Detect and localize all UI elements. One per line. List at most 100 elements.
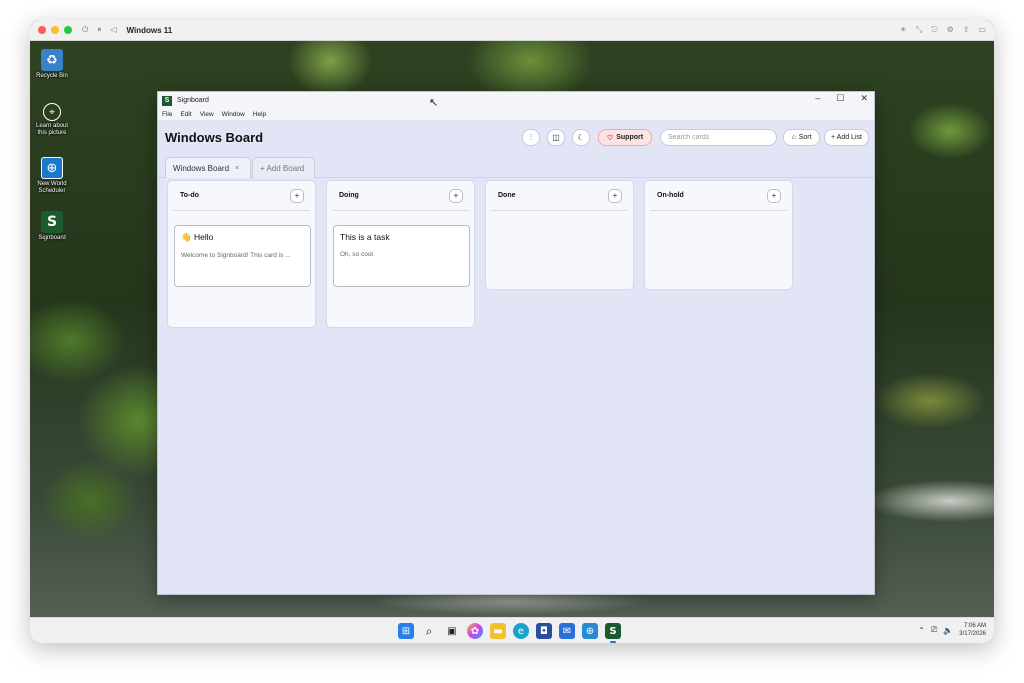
back-icon[interactable]: ◁ xyxy=(110,25,116,35)
card-title: 👋 Hello xyxy=(181,232,214,242)
minimize-icon[interactable]: – xyxy=(815,93,820,104)
window-controls: – ☐ ✕ xyxy=(815,93,868,104)
add-list-button[interactable]: + Add List xyxy=(824,129,869,146)
menu-bar: File Edit View Window Help xyxy=(158,109,874,121)
tab-label: Windows Board xyxy=(173,163,230,173)
chevron-up-icon[interactable]: ⌃ xyxy=(918,626,925,635)
start-icon[interactable]: ⊞ xyxy=(398,623,414,639)
settings-icon[interactable]: ⚙ xyxy=(947,25,954,35)
tag-icon: ⌂ xyxy=(791,134,796,141)
window-icon[interactable]: ▭ xyxy=(978,25,986,35)
power-icon[interactable]: ⏻ xyxy=(82,25,88,35)
menu-help[interactable]: Help xyxy=(253,111,266,118)
list-header: Doing + xyxy=(332,181,469,211)
wave-emoji-icon: 👋 xyxy=(181,232,192,242)
board-header: Windows Board ⫶ ◫ ☾ ♡ Support ⌂ Sort xyxy=(158,121,874,157)
desktop-icon-learn-picture[interactable]: ⌖ Learn about this picture xyxy=(32,103,72,137)
sliders-icon: ⫶ xyxy=(530,132,532,142)
taskbar: ⊞ ⌕ ▣ ✿ ▬ e ◘ ✉ ⊕ S ⌃ ⎚ 🔈 7:06 AM 3/17/2… xyxy=(30,617,994,643)
filter-button[interactable]: ⫶ xyxy=(522,129,540,146)
clock-time: 7:06 AM xyxy=(963,623,986,629)
list-title: Doing xyxy=(339,192,359,199)
network-icon[interactable]: ⎚ xyxy=(931,625,937,635)
app-title: Signboard xyxy=(177,97,209,104)
card-task[interactable]: This is a task Oh, so cool. xyxy=(333,225,470,287)
tab-add-board[interactable]: + Add Board xyxy=(252,157,315,178)
menu-edit[interactable]: Edit xyxy=(180,111,191,118)
list-doing: Doing + This is a task Oh, so cool. xyxy=(326,180,475,328)
close-dot-icon[interactable] xyxy=(38,26,46,34)
add-card-button[interactable]: + xyxy=(767,188,781,203)
columns-button[interactable]: ◫ xyxy=(547,129,565,146)
copilot-icon[interactable]: ✿ xyxy=(467,623,483,639)
zoom-dot-icon[interactable] xyxy=(64,26,72,34)
tab-windows-board[interactable]: Windows Board × xyxy=(165,157,251,178)
app-titlebar[interactable]: S Signboard – ☐ ✕ xyxy=(158,92,874,109)
menu-window[interactable]: Window xyxy=(222,111,245,118)
support-label: Support xyxy=(616,134,644,141)
add-card-button[interactable]: + xyxy=(290,188,304,203)
file-explorer-icon[interactable]: ▬ xyxy=(490,623,506,639)
system-tray: ⌃ ⎚ 🔈 7:06 AM 3/17/2026 xyxy=(918,622,986,638)
clock-date: 3/17/2026 xyxy=(959,631,986,637)
signboard-window: S Signboard – ☐ ✕ File Edit View Window … xyxy=(157,91,875,595)
signboard-app-icon: S xyxy=(41,211,63,233)
close-icon[interactable]: ✕ xyxy=(860,93,868,104)
host-title: Windows 11 xyxy=(126,25,173,35)
scheduler-taskbar-icon[interactable]: ⊕ xyxy=(582,623,598,639)
card-title: This is a task xyxy=(340,232,390,242)
tab-close-icon[interactable]: × xyxy=(235,165,239,172)
desktop-icon-signboard[interactable]: S Signboard xyxy=(32,211,72,242)
resize-icon[interactable]: ⤡ xyxy=(916,25,922,35)
card-description: Oh, so cool. xyxy=(340,251,375,258)
maximize-icon[interactable]: ☐ xyxy=(836,93,844,104)
board-title: Windows Board xyxy=(165,130,264,145)
sort-button[interactable]: ⌂ Sort xyxy=(783,129,820,146)
recycle-bin-icon: ♻ xyxy=(41,49,63,71)
card-description: Welcome to Signboard! This card is ... xyxy=(181,252,291,259)
clock[interactable]: 7:06 AM 3/17/2026 xyxy=(959,622,986,638)
moon-icon: ☾ xyxy=(577,133,585,142)
desktop-icon-scheduler[interactable]: ⊕ New World Scheduler xyxy=(32,157,72,195)
outlook-icon[interactable]: ✉ xyxy=(559,623,575,639)
list-header: Done + xyxy=(491,181,628,211)
list-title: To-do xyxy=(180,192,199,199)
store-icon[interactable]: ◘ xyxy=(536,623,552,639)
list-header: On-hold + xyxy=(650,181,787,211)
list-title: On-hold xyxy=(657,192,684,199)
desktop-icon-recycle-bin[interactable]: ♻ Recycle Bin xyxy=(32,49,72,80)
host-controls: ⏻ ⏸ ◁ xyxy=(82,25,116,35)
signboard-taskbar-icon[interactable]: S xyxy=(605,623,621,643)
taskbar-apps: ⊞ ⌕ ▣ ✿ ▬ e ◘ ✉ ⊕ S xyxy=(398,623,621,643)
menu-file[interactable]: File xyxy=(162,111,172,118)
edge-icon[interactable]: e xyxy=(513,623,529,639)
traffic-lights xyxy=(38,26,72,34)
add-card-button[interactable]: + xyxy=(608,188,622,203)
add-card-button[interactable]: + xyxy=(449,188,463,203)
usb-icon[interactable]: ⎋ xyxy=(931,25,937,35)
share-icon[interactable]: ⇪ xyxy=(963,25,970,35)
list-header: To-do + xyxy=(173,181,310,211)
search-input[interactable] xyxy=(660,129,777,146)
list-title: Done xyxy=(498,192,516,199)
theme-toggle-button[interactable]: ☾ xyxy=(572,129,590,146)
board-tabs: Windows Board × + Add Board xyxy=(158,157,874,178)
minimize-dot-icon[interactable] xyxy=(51,26,59,34)
pause-icon[interactable]: ⏸ xyxy=(97,25,101,35)
menu-view[interactable]: View xyxy=(200,111,214,118)
signboard-logo-icon: S xyxy=(162,95,172,106)
task-view-icon[interactable]: ▣ xyxy=(444,623,460,639)
windows-desktop: ♻ Recycle Bin ⌖ Learn about this picture… xyxy=(30,41,994,617)
list-done: Done + xyxy=(485,180,634,290)
support-button[interactable]: ♡ Support xyxy=(598,129,652,146)
card-hello[interactable]: 👋 Hello Welcome to Signboard! This card … xyxy=(174,225,311,287)
search-icon[interactable]: ⌕ xyxy=(421,623,437,639)
volume-icon[interactable]: 🔈 xyxy=(943,626,953,635)
host-window: ⏻ ⏸ ◁ Windows 11 ☀ ⤡ ⎋ ⚙ ⇪ ▭ ♻ Recycle B… xyxy=(30,20,994,643)
mouse-cursor-icon: ↖ xyxy=(429,96,439,109)
brightness-icon[interactable]: ☀ xyxy=(900,25,907,35)
list-todo: To-do + 👋 Hello Welcome to Signboard! Th… xyxy=(167,180,316,328)
host-toolbar: ☀ ⤡ ⎋ ⚙ ⇪ ▭ xyxy=(900,25,986,35)
heart-icon: ♡ xyxy=(606,134,614,142)
sort-label: Sort xyxy=(798,134,812,141)
